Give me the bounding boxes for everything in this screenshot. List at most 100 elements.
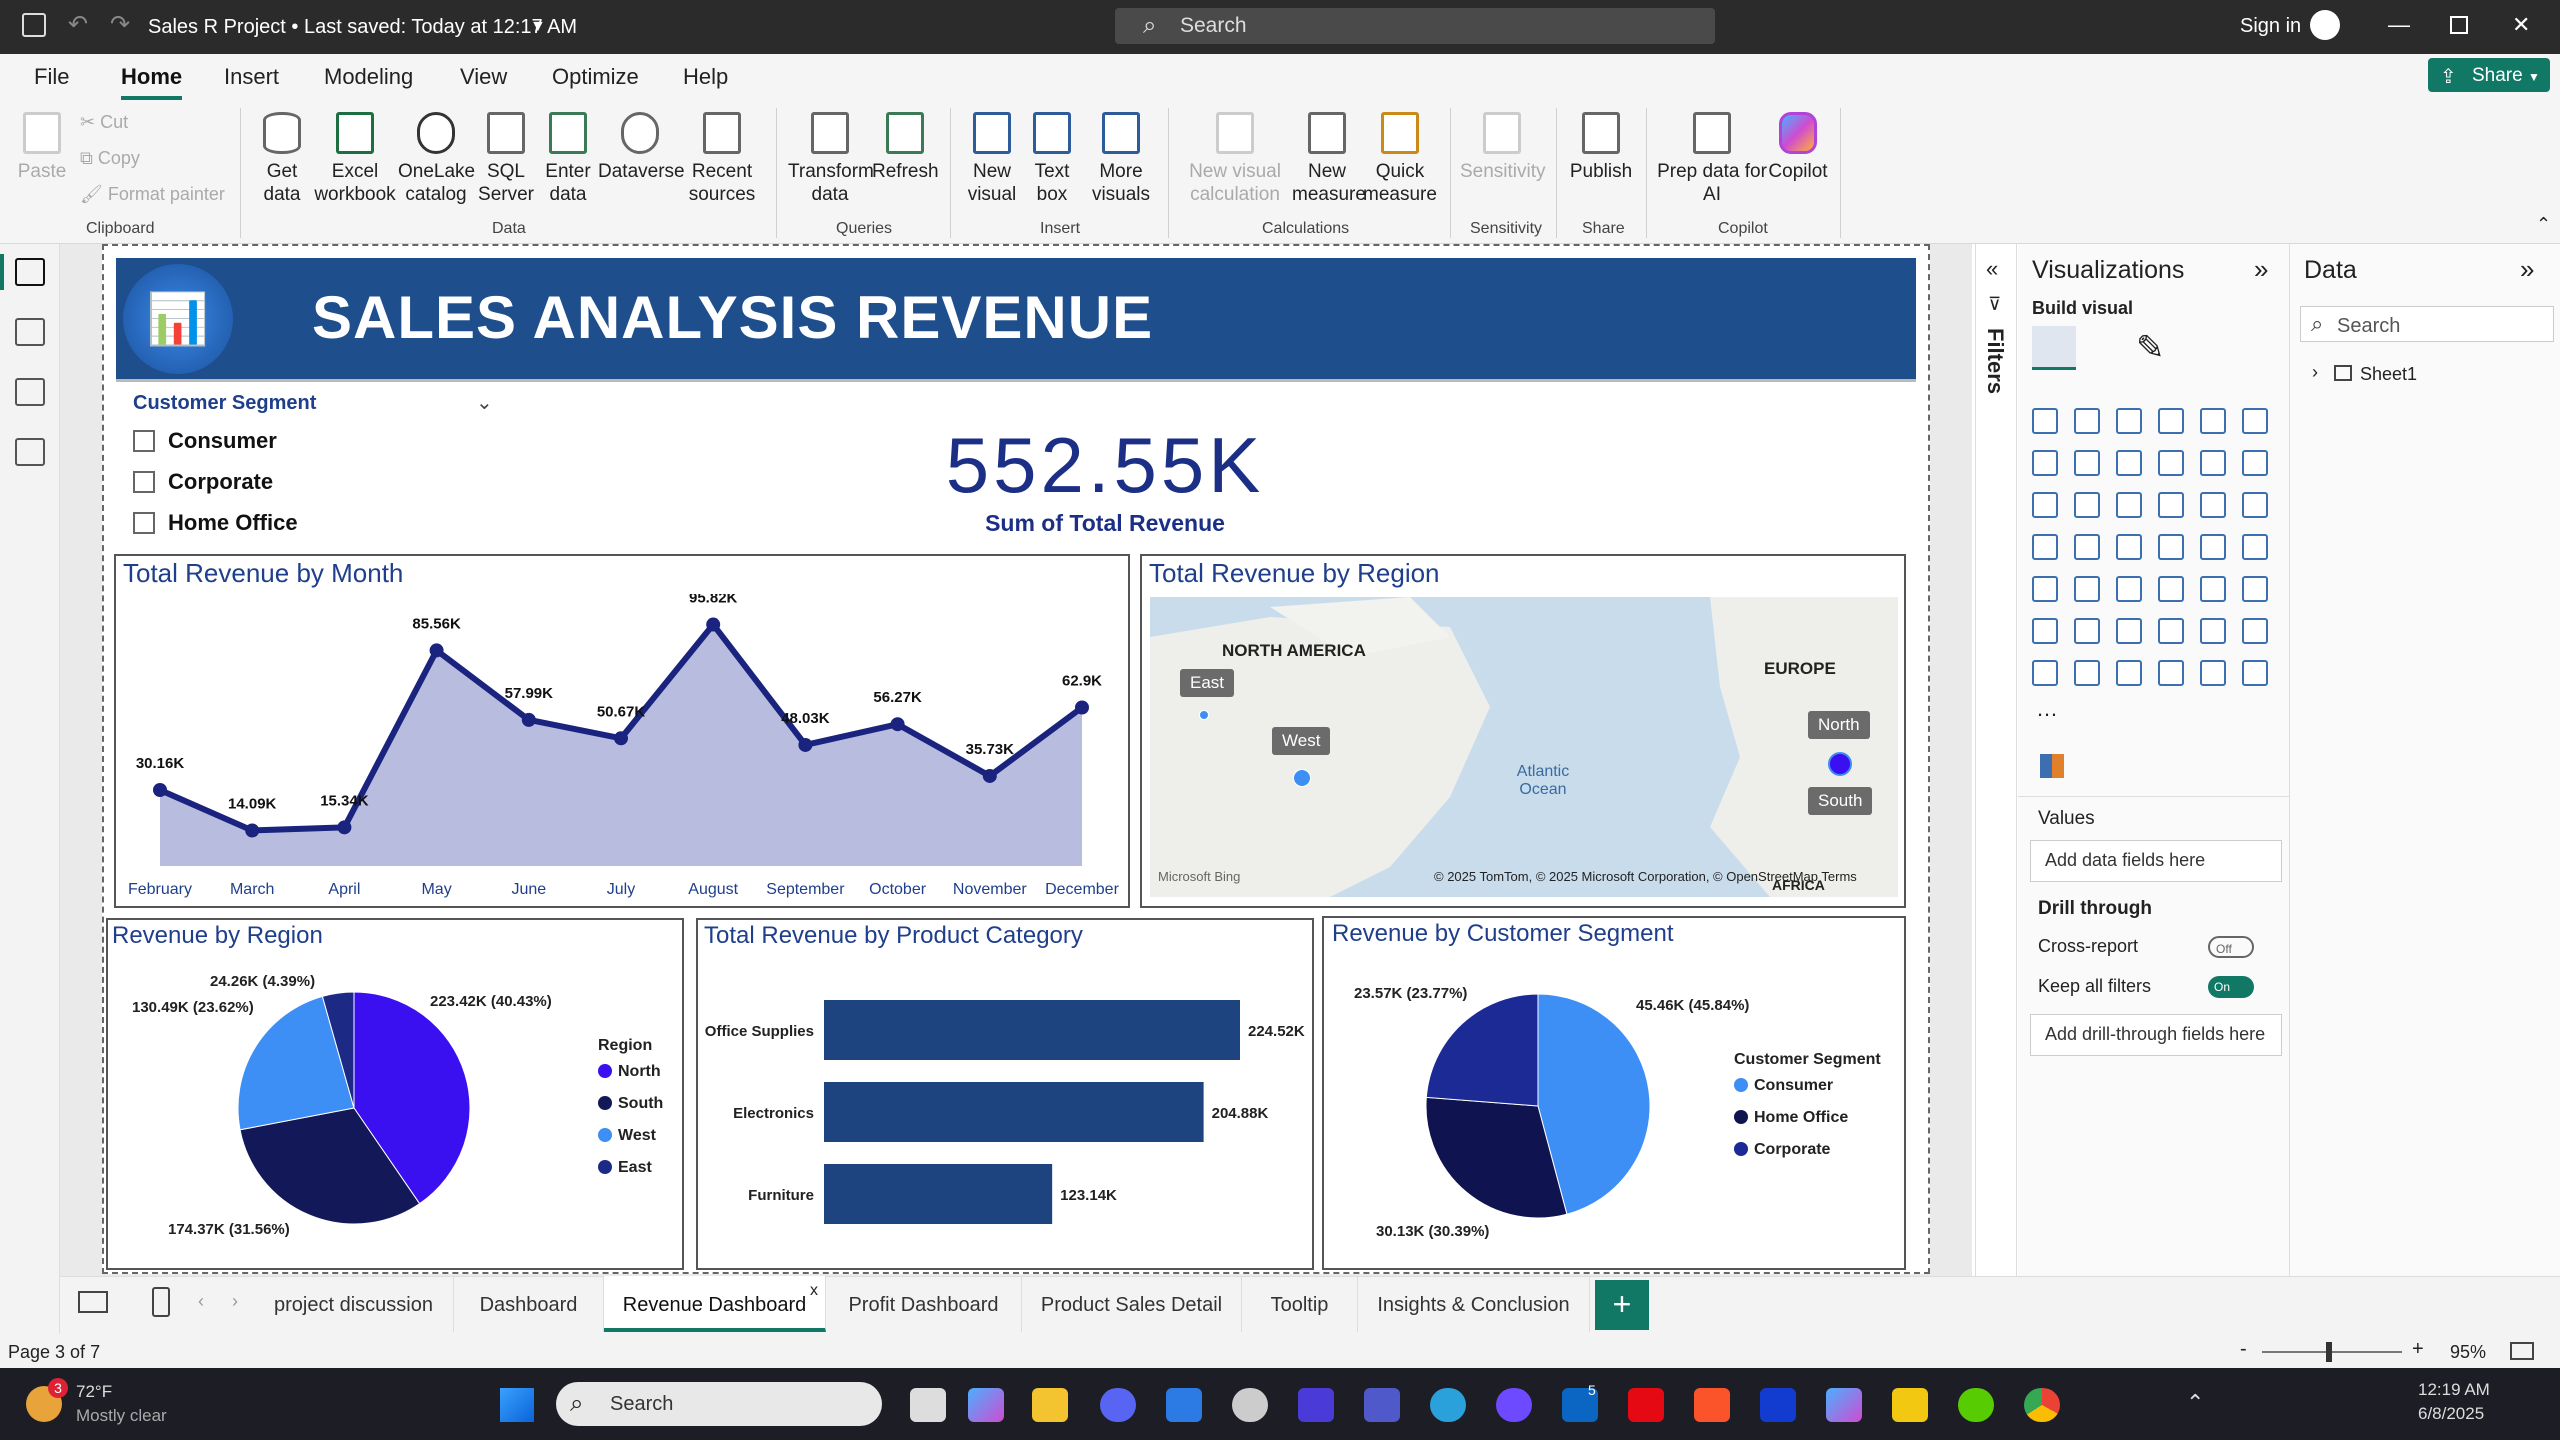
proton-icon[interactable] xyxy=(1496,1388,1532,1422)
funnel-bar-visual-icon[interactable] xyxy=(2074,492,2100,518)
new-measure-button[interactable]: New measure xyxy=(1292,112,1366,206)
store-icon[interactable] xyxy=(1166,1388,1202,1422)
copilot-taskbar-icon[interactable] xyxy=(968,1388,1004,1422)
new-visual-calculation-button[interactable]: New visual calculation xyxy=(1180,112,1290,206)
netflix-icon[interactable] xyxy=(1628,1388,1664,1422)
format-visual-tab-icon[interactable]: ✎ xyxy=(2136,328,2165,368)
line-visual-icon[interactable] xyxy=(2032,450,2058,476)
recent-sources-button[interactable]: Recent sources xyxy=(688,112,756,206)
prep-data-for-ai-button[interactable]: Prep data for AI xyxy=(1656,112,1768,206)
save-icon[interactable] xyxy=(22,13,46,37)
month-area-chart[interactable]: 30.16K February 14.09K March 15.34K April 85.5… xyxy=(116,594,1128,906)
table-visual-icon[interactable] xyxy=(2158,576,2184,602)
redo-icon[interactable]: ↷ xyxy=(110,10,130,39)
region-legend-marker-east[interactable] xyxy=(598,1160,612,1174)
custom-visual-icon[interactable] xyxy=(2040,754,2064,778)
clustered-column-visual-icon[interactable] xyxy=(2158,408,2184,434)
chevron-visual-icon[interactable] xyxy=(2242,660,2268,686)
key-influencers-visual-icon[interactable] xyxy=(2074,618,2100,644)
refresh-button[interactable]: Refresh xyxy=(872,112,939,183)
category-bar-electronics[interactable] xyxy=(824,1082,1204,1142)
global-search-box[interactable]: ⌕ Search xyxy=(1115,8,1715,44)
tab-profit-dashboard[interactable]: Profit Dashboard xyxy=(826,1276,1022,1332)
publish-button[interactable]: Publish xyxy=(1566,112,1636,183)
expand-filters-icon[interactable]: « xyxy=(1986,256,1998,282)
matrix-visual-icon[interactable] xyxy=(2200,576,2226,602)
multi-row-card-visual-icon[interactable] xyxy=(2032,576,2058,602)
slicer-visual-icon[interactable] xyxy=(2116,576,2142,602)
month-point-december[interactable] xyxy=(1075,700,1089,715)
category-bar-office-supplies[interactable] xyxy=(824,1000,1240,1060)
tab-product-sales-detail[interactable]: Product Sales Detail xyxy=(1022,1276,1242,1332)
title-dropdown-icon[interactable]: ▼ xyxy=(530,18,546,36)
scroll-tabs-right-icon[interactable]: › xyxy=(232,1291,238,1312)
segment-slice-corporate[interactable] xyxy=(1425,993,1539,1107)
region-pie-chart[interactable]: 223.42K (40.43%) 174.37K (31.56%) 130.49K … xyxy=(108,956,682,1268)
gauge-visual-icon[interactable] xyxy=(2200,534,2226,560)
map-bubble-west[interactable] xyxy=(1293,769,1311,787)
slicer-option-consumer[interactable]: Consumer xyxy=(168,428,277,454)
qna-visual-icon[interactable] xyxy=(2158,618,2184,644)
start-button[interactable] xyxy=(500,1388,534,1422)
slicer-checkbox-home-office[interactable] xyxy=(133,512,155,534)
account-icon[interactable] xyxy=(2310,10,2340,40)
azure-map-visual-icon[interactable] xyxy=(2158,534,2184,560)
trophy-visual-icon[interactable] xyxy=(2242,618,2268,644)
region-legend-marker-south[interactable] xyxy=(598,1096,612,1110)
chevron-down-icon[interactable]: ⌄ xyxy=(476,390,493,415)
cross-report-toggle[interactable]: Off xyxy=(2208,936,2254,958)
python-visual-icon[interactable] xyxy=(2032,618,2058,644)
paginated-visual-icon[interactable] xyxy=(2032,660,2058,686)
add-data-fields-dropzone[interactable]: Add data fields here xyxy=(2030,840,2282,882)
desktop-layout-icon[interactable] xyxy=(78,1291,108,1313)
share-button[interactable]: ⇪ Share ▼ xyxy=(2428,58,2550,92)
map-tag-east[interactable]: East xyxy=(1180,669,1235,697)
tray-chevron-icon[interactable]: ⌃ xyxy=(2186,1390,2204,1416)
treemap-visual-icon[interactable] xyxy=(2032,534,2058,560)
category-bar-furniture[interactable] xyxy=(824,1164,1053,1224)
onelake-catalog-button[interactable]: OneLake catalog xyxy=(398,112,475,206)
close-icon[interactable]: ✕ xyxy=(2512,12,2530,38)
discord-icon[interactable] xyxy=(1100,1388,1136,1422)
powerapps-icon[interactable] xyxy=(1298,1388,1334,1422)
brave-icon[interactable] xyxy=(1694,1388,1730,1422)
month-point-july[interactable] xyxy=(614,731,628,746)
clock-date[interactable]: 6/8/2025 xyxy=(2418,1404,2484,1424)
data-table-sheet1[interactable]: Sheet1 xyxy=(2360,364,2417,385)
mobile-layout-icon[interactable] xyxy=(152,1287,170,1317)
donut-visual-icon[interactable] xyxy=(2242,492,2268,518)
collapse-data-icon[interactable]: » xyxy=(2520,254,2534,285)
100-bar-visual-icon[interactable] xyxy=(2200,408,2226,434)
slicer-option-home-office[interactable]: Home Office xyxy=(168,510,298,536)
tab-insights-conclusion[interactable]: Insights & Conclusion xyxy=(1358,1276,1590,1332)
r-script-visual-icon[interactable] xyxy=(2242,576,2268,602)
map-bubble-north[interactable] xyxy=(1828,752,1852,776)
cut-button[interactable]: ✂ Cut xyxy=(80,112,128,133)
power-apps-visual-icon[interactable] xyxy=(2074,660,2100,686)
zoom-slider-thumb[interactable] xyxy=(2326,1342,2332,1362)
disney-plus-icon[interactable] xyxy=(1760,1388,1796,1422)
powerbi-icon[interactable] xyxy=(1892,1388,1928,1422)
map-tag-north[interactable]: North xyxy=(1808,711,1870,739)
map-tag-south[interactable]: South xyxy=(1808,787,1873,815)
collapse-ribbon-icon[interactable]: ⌃ xyxy=(2536,214,2551,235)
get-data-button[interactable]: Get data xyxy=(252,112,312,206)
tab-dashboard[interactable]: Dashboard xyxy=(454,1276,604,1332)
ribbon-visual-icon[interactable] xyxy=(2158,450,2184,476)
zoom-slider[interactable] xyxy=(2262,1351,2402,1353)
tab-project-discussion[interactable]: project discussion xyxy=(254,1276,454,1332)
text-box-button[interactable]: Text box xyxy=(1022,112,1082,206)
duolingo-icon[interactable] xyxy=(1958,1388,1994,1422)
month-point-october[interactable] xyxy=(890,717,905,732)
segment-pie-chart[interactable]: 45.46K (45.84%) 30.13K (30.39%) 23.57K (23… xyxy=(1324,954,1904,1268)
map-bubble-east[interactable] xyxy=(1199,710,1209,720)
zoom-out-icon[interactable]: - xyxy=(2240,1338,2247,1361)
menu-optimize[interactable]: Optimize xyxy=(552,64,639,90)
dataverse-button[interactable]: Dataverse xyxy=(598,112,685,183)
paste-button[interactable]: Paste xyxy=(12,112,72,183)
taskbar-search-box[interactable]: ⌕ Search xyxy=(556,1382,882,1426)
menu-view[interactable]: View xyxy=(460,64,507,90)
month-point-february[interactable] xyxy=(153,782,167,797)
dax-query-view-icon[interactable] xyxy=(15,438,45,466)
kpi-visual-icon[interactable] xyxy=(2074,576,2100,602)
